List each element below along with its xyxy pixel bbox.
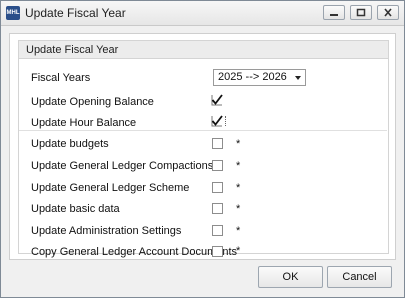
close-button[interactable] xyxy=(377,5,399,20)
dialog-content: Update Fiscal Year Fiscal Years 2025 -->… xyxy=(9,33,396,260)
budgets-label: Update budgets xyxy=(31,138,109,150)
gl-scheme-marker: * xyxy=(236,182,241,194)
title-bar[interactable]: MHL Update Fiscal Year xyxy=(1,1,404,26)
group-header: Update Fiscal Year xyxy=(18,40,389,59)
dialog-window: MHL Update Fiscal Year Update Fiscal Yea… xyxy=(0,0,405,298)
window-title: Update Fiscal Year xyxy=(25,6,126,20)
hour-balance-label: Update Hour Balance xyxy=(31,117,137,129)
divider xyxy=(19,130,387,131)
maximize-button[interactable] xyxy=(350,5,372,20)
minimize-icon xyxy=(330,14,338,16)
ok-button[interactable]: OK xyxy=(258,266,323,288)
gl-compactions-marker: * xyxy=(236,160,241,172)
admin-settings-marker: * xyxy=(236,225,241,237)
gl-account-documents-marker: * xyxy=(236,245,241,257)
hour-balance-checkbox[interactable] xyxy=(210,114,224,128)
basic-data-checkbox[interactable] xyxy=(212,203,223,214)
close-icon xyxy=(384,8,392,17)
minimize-button[interactable] xyxy=(323,5,345,20)
opening-balance-label: Update Opening Balance xyxy=(31,96,154,108)
budgets-checkbox[interactable] xyxy=(212,138,223,149)
maximize-icon xyxy=(356,8,366,17)
opening-balance-checkbox[interactable] xyxy=(210,93,224,107)
fiscal-years-label: Fiscal Years xyxy=(31,72,91,84)
gl-compactions-checkbox[interactable] xyxy=(212,160,223,171)
fiscal-years-value: 2025 --> 2026 xyxy=(218,71,287,83)
gl-scheme-label: Update General Ledger Scheme xyxy=(31,182,190,194)
basic-data-label: Update basic data xyxy=(31,203,120,215)
gl-scheme-checkbox[interactable] xyxy=(212,182,223,193)
group-title: Update Fiscal Year xyxy=(26,44,119,56)
gl-compactions-label: Update General Ledger Compactions xyxy=(31,160,214,172)
admin-settings-checkbox[interactable] xyxy=(212,225,223,236)
chevron-down-icon xyxy=(295,76,301,80)
gl-account-documents-label: Copy General Ledger Account Documents xyxy=(31,246,238,258)
basic-data-marker: * xyxy=(236,203,241,215)
budgets-marker: * xyxy=(236,138,241,150)
admin-settings-label: Update Administration Settings xyxy=(31,225,182,237)
cancel-button[interactable]: Cancel xyxy=(327,266,392,288)
focus-indicator xyxy=(225,116,227,126)
gl-account-documents-checkbox[interactable] xyxy=(212,246,223,257)
app-icon: MHL xyxy=(6,6,20,20)
fiscal-years-select[interactable]: 2025 --> 2026 xyxy=(213,69,306,86)
